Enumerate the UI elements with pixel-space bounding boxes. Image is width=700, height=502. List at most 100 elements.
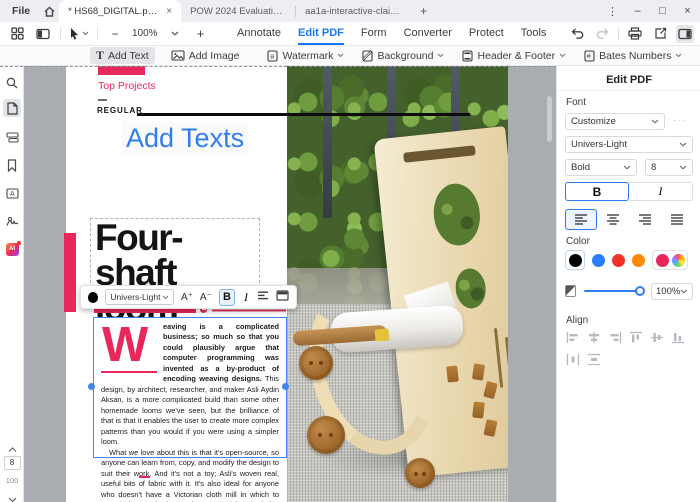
select-cursor-icon[interactable] (69, 25, 89, 43)
color-picker-icon[interactable] (672, 254, 685, 267)
selection-handle-right[interactable] (282, 383, 289, 390)
bookmark-icon[interactable] (3, 156, 21, 174)
opacity-slider[interactable] (584, 290, 641, 292)
title-bar: File * HS68_DIGITAL.pdf_Co... × POW 2024… (0, 0, 700, 22)
headline-text-box[interactable]: Four-shaft loom (90, 218, 260, 288)
text-color-swatch[interactable] (88, 292, 98, 303)
background-button[interactable]: Background (356, 47, 450, 64)
close-window-icon[interactable]: × (675, 0, 700, 22)
undo-icon[interactable] (568, 25, 586, 43)
quick-actions (568, 22, 694, 45)
slider-knob[interactable] (635, 286, 645, 296)
italic-button[interactable]: I (242, 290, 250, 305)
object-align-row-1 (565, 330, 685, 345)
tab-form[interactable]: Form (361, 22, 387, 45)
italic-toggle[interactable]: I (629, 182, 693, 201)
document-tab-3[interactable]: aa1a-interactive-claim- (296, 0, 410, 22)
crop-button[interactable]: Crop (696, 47, 700, 64)
bold-toggle[interactable]: B (565, 182, 629, 201)
grid-view-icon[interactable] (8, 25, 26, 43)
added-text-object[interactable]: Add Texts (122, 121, 248, 155)
home-icon[interactable] (39, 2, 59, 20)
font-preset-value: Customize (571, 116, 616, 127)
document-tab-active[interactable]: * HS68_DIGITAL.pdf_Co... × (59, 0, 181, 22)
distribute-horizontal-button[interactable] (565, 352, 580, 367)
add-text-button[interactable]: T Add Text (90, 47, 155, 64)
annotations-list-icon[interactable] (3, 128, 21, 146)
file-menu[interactable]: File (0, 5, 39, 17)
page-number-input[interactable]: 8 (0, 456, 24, 470)
align-objects-bottom-button[interactable] (670, 330, 685, 345)
font-size-select[interactable]: 8 (645, 159, 693, 176)
new-tab-icon[interactable]: + (420, 4, 427, 18)
text-field-icon[interactable]: A (3, 184, 21, 202)
watermark-button[interactable]: a Watermark (261, 47, 350, 64)
tab-annotate[interactable]: Annotate (237, 22, 281, 45)
swatch-black-selected[interactable] (565, 250, 585, 270)
bold-button[interactable]: B (219, 289, 235, 306)
swatch-orange[interactable] (632, 254, 645, 267)
tab-converter[interactable]: Converter (404, 22, 452, 45)
add-image-button[interactable]: Add Image (165, 47, 246, 64)
more-options-icon[interactable]: ⋮ (600, 0, 625, 22)
article-paragraph-2-text: What we love about this is that it's ope… (101, 448, 279, 502)
tab-tools[interactable]: Tools (521, 22, 547, 45)
tab-edit-pdf[interactable]: Edit PDF (298, 22, 344, 45)
align-justify-button[interactable] (661, 209, 693, 230)
page-down-icon[interactable] (0, 490, 24, 502)
more-presets-icon[interactable]: ··· (673, 115, 686, 126)
zoom-in-icon[interactable]: + (192, 25, 210, 43)
panel-toggle-icon[interactable] (676, 25, 694, 43)
selection-handle-left[interactable] (88, 383, 95, 390)
zoom-out-icon[interactable]: − (106, 25, 124, 43)
align-objects-top-button[interactable] (628, 330, 643, 345)
distribute-vertical-button[interactable] (586, 352, 601, 367)
zoom-chevron-icon[interactable] (166, 25, 184, 43)
share-export-icon[interactable] (651, 25, 669, 43)
align-objects-left-button[interactable] (565, 330, 580, 345)
chevron-down-icon (679, 142, 687, 147)
vertical-scrollbar[interactable] (547, 96, 552, 142)
minimize-icon[interactable]: – (625, 0, 650, 22)
swatch-blue[interactable] (592, 254, 605, 267)
tab-title: POW 2024 Evaluation R... (190, 6, 286, 17)
ai-assistant-icon[interactable]: AI (3, 240, 21, 258)
body-text-box[interactable]: W eaving is a complicated business; so m… (93, 317, 287, 458)
close-tab-icon[interactable]: × (166, 6, 172, 17)
increase-font-button[interactable]: A⁺ (181, 292, 193, 303)
swatch-pink[interactable] (656, 254, 669, 267)
swatch-custom-group[interactable] (652, 250, 688, 270)
signature-icon[interactable] (3, 212, 21, 230)
view-controls: − 100% + (8, 22, 210, 45)
total-pages: 100 (0, 476, 24, 485)
document-tab-2[interactable]: POW 2024 Evaluation R... (181, 0, 295, 22)
opacity-value: 100% (656, 286, 680, 297)
redo-icon[interactable] (593, 25, 611, 43)
current-page-value[interactable]: 8 (4, 456, 21, 470)
page-thumbnails-icon[interactable] (3, 99, 21, 117)
print-icon[interactable] (626, 25, 644, 43)
properties-panel-button[interactable] (276, 288, 289, 306)
font-family-dropdown[interactable]: Univers-Light (105, 289, 174, 305)
decrease-font-button[interactable]: A⁻ (200, 292, 212, 303)
bates-numbers-button[interactable]: # Bates Numbers (578, 47, 688, 64)
search-icon[interactable] (3, 74, 21, 92)
align-objects-right-button[interactable] (607, 330, 622, 345)
color-swatches (565, 250, 688, 270)
font-weight-select[interactable]: Bold (565, 159, 637, 176)
swatch-red[interactable] (612, 254, 625, 267)
zoom-level[interactable]: 100% (132, 28, 158, 39)
header-footer-button[interactable]: Header & Footer (456, 47, 572, 64)
align-button[interactable] (257, 288, 269, 306)
maximize-icon[interactable]: □ (650, 0, 675, 22)
tab-protect[interactable]: Protect (469, 22, 504, 45)
align-objects-vcenter-button[interactable] (649, 330, 664, 345)
opacity-select[interactable]: 100% (651, 283, 693, 300)
sidebar-toggle-icon[interactable] (34, 25, 52, 43)
font-family-select[interactable]: Univers-Light (565, 136, 693, 153)
align-right-button[interactable] (629, 209, 661, 230)
font-preset-select[interactable]: Customize (565, 113, 665, 130)
align-objects-hcenter-button[interactable] (586, 330, 601, 345)
align-center-button[interactable] (597, 209, 629, 230)
align-left-button[interactable] (565, 209, 597, 230)
